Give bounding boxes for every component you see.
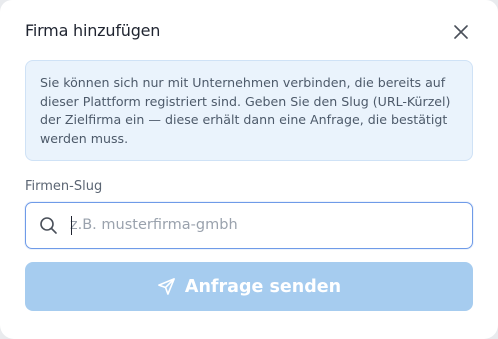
send-request-button-content: Anfrage senden	[157, 277, 341, 297]
text-caret	[71, 216, 72, 235]
dialog-title: Firma hinzufügen	[25, 21, 161, 40]
slug-input-container[interactable]	[25, 202, 473, 249]
info-notice: Sie können sich nur mit Unternehmen verb…	[25, 60, 473, 161]
add-company-dialog: Firma hinzufügen Sie können sich nur mit…	[0, 0, 498, 339]
slug-input[interactable]	[70, 203, 460, 247]
info-notice-text: Sie können sich nur mit Unternehmen verb…	[40, 75, 451, 146]
close-button[interactable]	[449, 20, 473, 44]
send-request-label: Anfrage senden	[184, 276, 342, 297]
send-request-button[interactable]: Anfrage senden	[25, 262, 473, 311]
close-icon	[454, 25, 468, 39]
slug-field-label: Firmen-Slug	[25, 179, 103, 194]
dialog-header: Firma hinzufügen	[25, 20, 473, 44]
search-icon	[40, 217, 57, 234]
send-icon	[158, 278, 175, 295]
